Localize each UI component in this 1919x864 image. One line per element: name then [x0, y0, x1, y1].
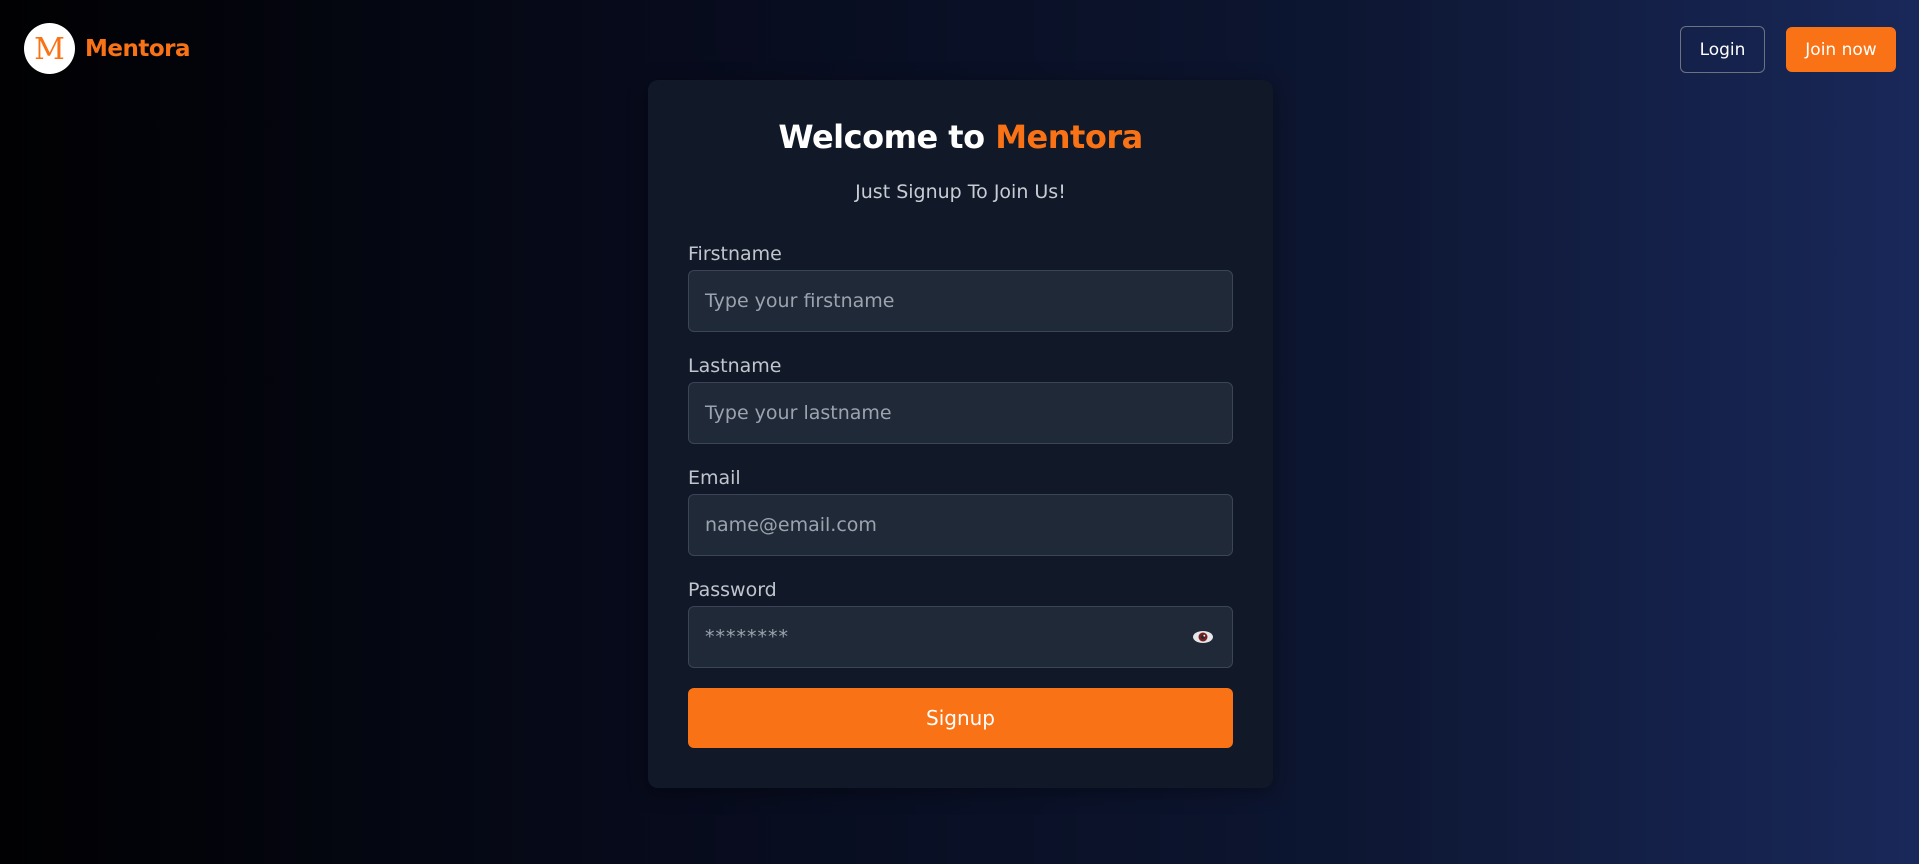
signup-card: Welcome to Mentora Just Signup To Join U… — [648, 80, 1273, 788]
lastname-input[interactable]: Type your lastname — [688, 382, 1233, 444]
brand-logo[interactable]: M Mentora — [24, 23, 191, 74]
brand-name: Mentora — [85, 35, 191, 62]
eye-icon[interactable] — [1192, 630, 1214, 644]
firstname-input[interactable]: Type your firstname — [688, 270, 1233, 332]
password-input[interactable]: ******** — [688, 606, 1233, 668]
form-title: Welcome to Mentora — [648, 118, 1273, 156]
password-label: Password — [688, 579, 777, 601]
title-brand: Mentora — [995, 118, 1143, 156]
join-now-button[interactable]: Join now — [1786, 27, 1896, 72]
firstname-placeholder: Type your firstname — [705, 290, 895, 312]
lastname-label: Lastname — [688, 355, 782, 377]
logo-letter: M — [34, 31, 65, 67]
logo-badge: M — [24, 23, 75, 74]
email-input[interactable]: name@email.com — [688, 494, 1233, 556]
email-placeholder: name@email.com — [705, 514, 877, 536]
signup-button[interactable]: Signup — [688, 688, 1233, 748]
email-label: Email — [688, 467, 741, 489]
title-prefix: Welcome to — [778, 118, 985, 156]
login-button[interactable]: Login — [1680, 26, 1765, 73]
form-subtitle: Just Signup To Join Us! — [855, 181, 1066, 203]
password-value: ******** — [705, 626, 789, 648]
lastname-placeholder: Type your lastname — [705, 402, 892, 424]
firstname-label: Firstname — [688, 243, 782, 265]
